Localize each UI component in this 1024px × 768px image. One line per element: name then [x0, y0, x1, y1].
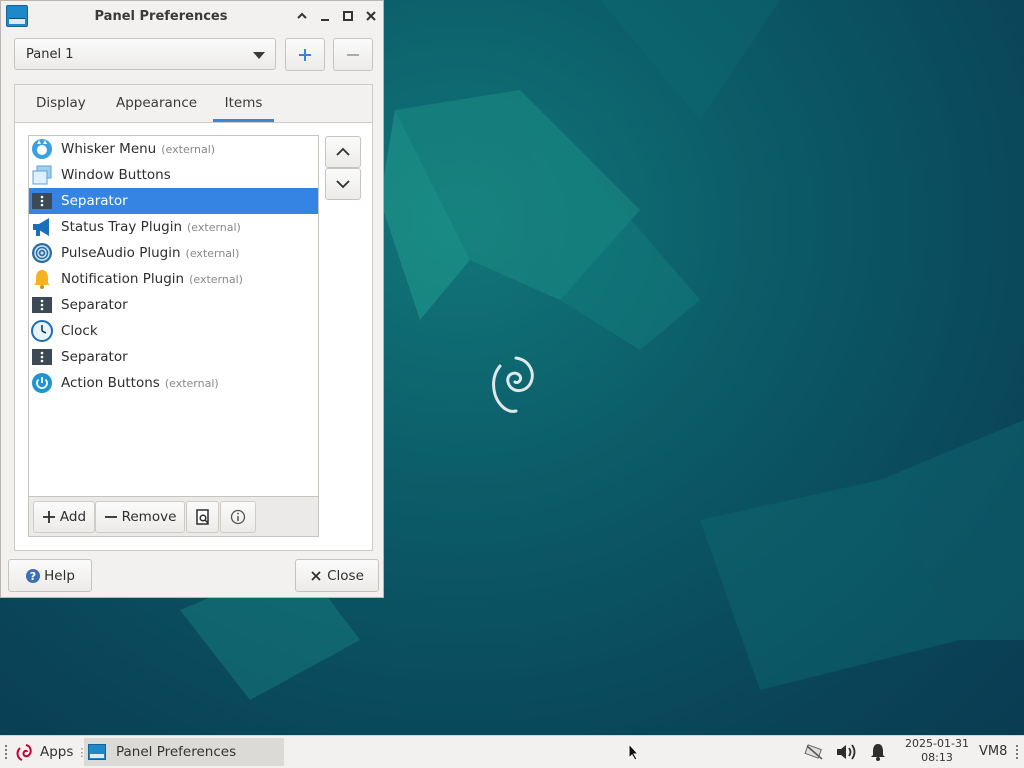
window-buttons-icon	[31, 164, 53, 186]
panel-grip-handle-right[interactable]	[1016, 745, 1018, 761]
tab-items[interactable]: Items	[213, 95, 274, 122]
close-window-button[interactable]	[362, 7, 380, 25]
taskbar-window-panel-preferences[interactable]: Panel Preferences	[84, 738, 284, 766]
megaphone-icon	[31, 216, 53, 238]
edit-item-button[interactable]	[186, 501, 219, 533]
audio-icon	[31, 242, 53, 264]
edit-properties-icon	[195, 509, 209, 525]
list-item[interactable]: Whisker Menu (external)	[29, 136, 318, 162]
add-item-label: Add	[59, 509, 87, 525]
close-icon	[366, 11, 376, 21]
remove-panel-button[interactable]	[333, 38, 373, 71]
window-title: Panel Preferences	[94, 9, 228, 24]
hostname-label: VM8	[979, 744, 1008, 759]
list-item[interactable]: Separator	[29, 344, 318, 370]
list-item[interactable]: Clock	[29, 318, 318, 344]
help-button[interactable]: ? Help	[8, 559, 92, 592]
panel-preferences-app-icon	[88, 744, 106, 760]
taskbar: Apps ⋮ Panel Preferences 2025-01-31 08:1…	[0, 735, 1024, 768]
help-icon: ?	[26, 568, 41, 583]
maximize-icon	[343, 11, 353, 21]
minimize-button[interactable]	[316, 7, 334, 25]
tab-appearance[interactable]: Appearance	[114, 95, 199, 122]
list-item[interactable]: Notification Plugin (external)	[29, 266, 318, 292]
list-item[interactable]: PulseAudio Plugin (external)	[29, 240, 318, 266]
info-icon	[230, 509, 246, 525]
panel-select-dropdown[interactable]: Panel 1	[14, 38, 276, 70]
clock[interactable]: 2025-01-31 08:13	[898, 737, 976, 765]
svg-text:?: ?	[30, 570, 36, 583]
items-toolbar: Add Remove	[28, 497, 319, 537]
plus-icon	[42, 511, 55, 523]
list-item[interactable]: Separator	[29, 292, 318, 318]
plus-icon	[299, 48, 311, 61]
list-item-selected[interactable]: Separator	[29, 188, 318, 214]
network-tray-button[interactable]	[803, 741, 825, 763]
move-item-down-button[interactable]	[325, 168, 361, 200]
debian-swirl-logo	[492, 356, 534, 413]
chevron-up-icon	[336, 147, 350, 156]
panel-preferences-app-icon	[6, 5, 28, 27]
taskbar-window-label: Panel Preferences	[116, 744, 237, 760]
close-button[interactable]: Close	[295, 559, 379, 592]
whisker-menu-icon	[31, 138, 53, 160]
add-panel-button[interactable]	[285, 38, 325, 71]
panel-preferences-window: Panel Preferences Panel 1 Display Appear…	[0, 0, 384, 598]
shade-button[interactable]	[293, 7, 311, 25]
minus-icon	[347, 53, 359, 56]
help-label: Help	[44, 567, 75, 584]
chevron-up-icon	[297, 12, 307, 19]
network-icon	[804, 744, 823, 760]
tab-display[interactable]: Display	[34, 95, 88, 122]
minimize-icon	[321, 19, 329, 21]
add-item-button[interactable]: Add	[33, 501, 95, 533]
power-icon	[31, 372, 53, 394]
list-item[interactable]: Action Buttons (external)	[29, 370, 318, 396]
maximize-button[interactable]	[339, 7, 357, 25]
close-icon	[311, 570, 321, 581]
dropdown-arrow-icon	[253, 52, 265, 59]
panel-grip-handle[interactable]	[5, 745, 7, 761]
clock-date: 2025-01-31	[905, 737, 969, 750]
panel-select-value: Panel 1	[26, 47, 74, 62]
clock-time: 08:13	[921, 751, 953, 764]
bell-icon	[31, 268, 53, 290]
mouse-cursor-icon	[628, 743, 640, 761]
chevron-down-icon	[336, 180, 350, 189]
notification-tray-button[interactable]	[867, 741, 889, 763]
volume-tray-button[interactable]	[835, 741, 857, 763]
remove-item-button[interactable]: Remove	[95, 501, 185, 533]
minus-icon	[104, 516, 117, 518]
tab-bar: Display Appearance Items	[15, 85, 372, 123]
debian-logo-icon	[16, 744, 32, 761]
apps-label: Apps	[40, 744, 74, 760]
apps-menu-button[interactable]: Apps ⋮	[14, 738, 87, 766]
preferences-notebook: Display Appearance Items Whisker Menu (e…	[14, 84, 373, 551]
remove-item-label: Remove	[121, 509, 177, 525]
clock-icon	[31, 320, 53, 342]
volume-icon	[837, 744, 856, 760]
about-item-button[interactable]	[220, 501, 256, 533]
close-label: Close	[327, 567, 364, 584]
separator-icon	[31, 294, 53, 316]
items-list[interactable]: Whisker Menu (external) Window Buttons S…	[28, 135, 319, 497]
separator-icon	[31, 190, 53, 212]
list-item[interactable]: Status Tray Plugin (external)	[29, 214, 318, 240]
titlebar[interactable]: Panel Preferences	[1, 1, 383, 32]
move-item-up-button[interactable]	[325, 136, 361, 168]
list-item[interactable]: Window Buttons	[29, 162, 318, 188]
separator-icon	[31, 346, 53, 368]
bell-icon	[871, 744, 885, 761]
